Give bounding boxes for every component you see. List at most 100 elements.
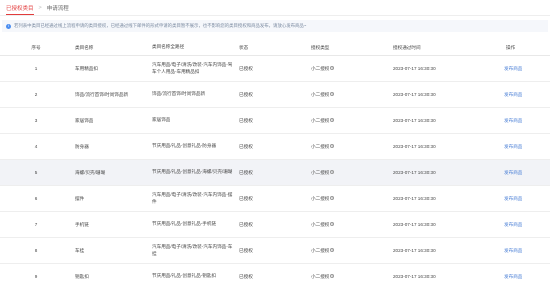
cell-op: 发布商品 — [494, 274, 550, 280]
col-header-method: 授权类型 — [311, 44, 330, 50]
cell-no: 1 — [34, 66, 38, 71]
cell-status: 已授权 — [239, 143, 253, 149]
cell-no: 5 — [34, 170, 38, 175]
publish-product-link[interactable]: 发布商品 — [504, 170, 522, 175]
cell-status: 已授权 — [239, 65, 253, 71]
cell-no: 4 — [34, 144, 38, 149]
cell-method-label: 小二授权 — [311, 221, 330, 227]
table-body: 1 车用精品扣 汽车用品/电子/清洗/改装-汽车内饰品-驾车个人用品-车用精品扣… — [0, 56, 550, 287]
table-row: 2 饰品/流行首饰/时尚饰品新 饰品/流行首饰/时尚饰品新 已授权 小二授权? … — [0, 82, 550, 108]
cell-op: 发布商品 — [494, 222, 550, 228]
tab-application-process[interactable]: 申请流程 — [47, 4, 69, 12]
help-icon[interactable]: ? — [330, 248, 335, 253]
publish-product-link[interactable]: 发布商品 — [504, 66, 522, 71]
publish-product-link[interactable]: 发布商品 — [504, 248, 522, 253]
publish-product-link[interactable]: 发布商品 — [504, 144, 522, 149]
cell-path: 汽车用品/电子/清洗/改装-汽车内饰品-摆件 — [152, 192, 233, 204]
breadcrumb-separator: > — [38, 4, 42, 11]
cell-no: 6 — [34, 196, 38, 201]
cell-status: 已授权 — [239, 117, 253, 123]
cell-name: 家居饰品 — [75, 117, 94, 123]
cell-name: 车挂 — [75, 247, 85, 253]
help-icon[interactable]: ? — [330, 118, 335, 123]
help-icon[interactable]: ? — [330, 144, 335, 149]
publish-product-link[interactable]: 发布商品 — [504, 118, 522, 123]
cell-op: 发布商品 — [494, 248, 550, 254]
cell-name: 饰品/流行首饰/时尚饰品新 — [75, 91, 129, 97]
cell-method-label: 小二授权 — [311, 91, 330, 97]
cell-time: 2023-07-17 16:30:30 — [393, 144, 436, 149]
info-icon: i — [6, 23, 11, 29]
cell-method: 小二授权? — [308, 248, 392, 254]
notice-banner: i 若列表中类目已经通过线上流程申请的类目授权，已经通过线下邮件的形式申请的类目… — [2, 20, 548, 32]
cell-path: 汽车用品/电子/清洗/改装-汽车内饰品-车挂 — [152, 244, 233, 256]
cell-name: 车用精品扣 — [75, 65, 98, 71]
cell-time: 2023-07-17 16:30:30 — [393, 170, 436, 175]
publish-product-link[interactable]: 发布商品 — [504, 222, 522, 227]
cell-op: 发布商品 — [494, 196, 550, 202]
cell-name: 摆件 — [75, 195, 85, 201]
cell-method: 小二授权? — [308, 222, 392, 228]
col-header-op: 操作 — [506, 44, 516, 50]
cell-status: 已授权 — [239, 195, 253, 201]
cell-path: 节庆用品/礼品-创意礼品-钥匙扣 — [152, 273, 217, 279]
cell-method-label: 小二授权 — [311, 65, 330, 71]
table-row: 6 摆件 汽车用品/电子/清洗/改装-汽车内饰品-摆件 已授权 小二授权? 20… — [0, 186, 550, 212]
help-icon[interactable]: ? — [330, 66, 335, 71]
help-icon[interactable]: ? — [330, 92, 335, 97]
notice-text: 若列表中类目已经通过线上流程申请的类目授权，已经通过线下邮件的形式申请的类目暂不… — [14, 23, 307, 28]
cell-op: 发布商品 — [494, 66, 550, 72]
cell-op: 发布商品 — [494, 170, 550, 176]
table-row: 3 家居饰品 家居饰品 已授权 小二授权? 2023-07-17 16:30:3… — [0, 108, 550, 134]
tab-authorized-categories[interactable]: 已授权类目 — [6, 0, 34, 15]
cell-time: 2023-07-17 16:30:30 — [393, 196, 436, 201]
cell-time: 2023-07-17 16:30:30 — [393, 66, 436, 71]
cell-method: 小二授权? — [308, 144, 392, 150]
cell-name: 防身器 — [75, 143, 89, 149]
cell-status: 已授权 — [239, 221, 253, 227]
cell-method: 小二授权? — [308, 118, 392, 124]
cell-op: 发布商品 — [494, 144, 550, 150]
cell-status: 已授权 — [239, 247, 253, 253]
table-row: 8 车挂 汽车用品/电子/清洗/改装-汽车内饰品-车挂 已授权 小二授权? 20… — [0, 238, 550, 264]
cell-method-label: 小二授权 — [311, 273, 330, 279]
help-icon[interactable]: ? — [330, 196, 335, 201]
cell-time: 2023-07-17 16:30:30 — [393, 118, 436, 123]
cell-no: 3 — [34, 118, 38, 123]
cell-method-label: 小二授权 — [311, 143, 330, 149]
col-header-status: 状态 — [239, 44, 249, 50]
table-row: 9 钥匙扣 节庆用品/礼品-创意礼品-钥匙扣 已授权 小二授权? 2023-07… — [0, 264, 550, 287]
cell-no: 2 — [34, 92, 38, 97]
col-header-path: 类目名称全路径 — [152, 44, 185, 50]
authorized-category-table: 序号 类目名称 类目名称全路径 状态 授权类型 授权通过时间 操作 1 车用精品… — [0, 40, 550, 287]
cell-op: 发布商品 — [494, 118, 550, 124]
cell-time: 2023-07-17 16:30:30 — [393, 92, 436, 97]
col-header-name: 类目名称 — [75, 44, 94, 50]
cell-status: 已授权 — [239, 273, 253, 279]
cell-status: 已授权 — [239, 169, 253, 175]
publish-product-link[interactable]: 发布商品 — [504, 196, 522, 201]
cell-time: 2023-07-17 16:30:30 — [393, 222, 436, 227]
cell-time: 2023-07-17 16:30:30 — [393, 248, 436, 253]
cell-name: 钥匙扣 — [75, 273, 89, 279]
help-icon[interactable]: ? — [330, 222, 335, 227]
publish-product-link[interactable]: 发布商品 — [504, 92, 522, 97]
table-header: 序号 类目名称 类目名称全路径 状态 授权类型 授权通过时间 操作 — [0, 40, 550, 56]
table-row: 4 防身器 节庆用品/礼品-创意礼品-防身器 已授权 小二授权? 2023-07… — [0, 134, 550, 160]
cell-method-label: 小二授权 — [311, 247, 330, 253]
table-row: 1 车用精品扣 汽车用品/电子/清洗/改装-汽车内饰品-驾车个人用品-车用精品扣… — [0, 56, 550, 82]
cell-method: 小二授权? — [308, 66, 392, 72]
publish-product-link[interactable]: 发布商品 — [504, 274, 522, 279]
col-header-no: 序号 — [31, 44, 41, 50]
cell-method: 小二授权? — [308, 92, 392, 98]
cell-method-label: 小二授权 — [311, 195, 330, 201]
cell-method: 小二授权? — [308, 274, 392, 280]
table-row: 5 海螺/贝壳/珊瑚 节庆用品/礼品-创意礼品-海螺/贝壳/珊瑚 已授权 小二授… — [0, 160, 550, 186]
cell-path: 节庆用品/礼品-创意礼品-手机链 — [152, 221, 217, 227]
help-icon[interactable]: ? — [330, 274, 335, 279]
cell-name: 手机链 — [75, 221, 89, 227]
table-row: 7 手机链 节庆用品/礼品-创意礼品-手机链 已授权 小二授权? 2023-07… — [0, 212, 550, 238]
cell-op: 发布商品 — [494, 92, 550, 98]
help-icon[interactable]: ? — [330, 170, 335, 175]
col-header-time: 授权通过时间 — [393, 44, 421, 50]
